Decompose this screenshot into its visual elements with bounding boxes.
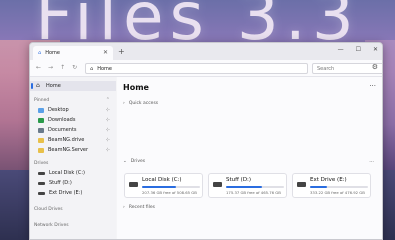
sidebar-item-label: BeamNG.drive bbox=[48, 137, 85, 143]
sidebar-item-label: Downloads bbox=[48, 117, 76, 123]
address-bar[interactable]: ⌂ Home bbox=[85, 63, 308, 74]
recent-files-label: Recent files bbox=[128, 205, 155, 210]
recent-files-header[interactable]: › Recent files bbox=[123, 205, 155, 210]
search-placeholder: Search bbox=[317, 65, 335, 72]
drives-section-label: Drives bbox=[130, 159, 146, 164]
usage-fill bbox=[226, 186, 262, 188]
drive-free-text: 207.36 GB free of 508.65 GB bbox=[142, 190, 197, 195]
forward-arrow-icon[interactable]: → bbox=[48, 64, 53, 71]
close-window-button[interactable]: ✕ bbox=[373, 46, 378, 53]
drive-name: Stuff (D:) bbox=[226, 177, 252, 183]
new-tab-button[interactable]: + bbox=[118, 47, 125, 56]
chevron-down-icon: ⌄ bbox=[123, 159, 127, 164]
sidebar-item-label: Home bbox=[46, 83, 61, 89]
more-options-icon[interactable]: ··· bbox=[369, 82, 376, 90]
sidebar-item-drive-c[interactable]: Local Disk (C:) bbox=[30, 168, 116, 178]
drives-more-icon[interactable]: ··· bbox=[369, 159, 374, 165]
pinned-header[interactable]: Pinned ⌃ bbox=[30, 95, 116, 105]
pin-icon: ⊹ bbox=[105, 137, 110, 143]
network-drives-label: Network Drives bbox=[34, 222, 69, 228]
quick-access-header[interactable]: › Quick access bbox=[123, 101, 158, 106]
title-bar: ⌂ Home ✕ + — ☐ ✕ bbox=[30, 43, 382, 60]
drive-icon bbox=[38, 191, 45, 195]
main-content: Home ··· › Quick access ⌄ Drives ··· Loc… bbox=[117, 77, 382, 239]
window-controls: — ☐ ✕ bbox=[338, 46, 378, 53]
drive-icon bbox=[297, 182, 306, 187]
sidebar-item-beamng-server[interactable]: BeamNG.Server ⊹ bbox=[30, 145, 116, 155]
sidebar-item-label: BeamNG.Server bbox=[48, 147, 89, 153]
quick-access-label: Quick access bbox=[128, 101, 159, 106]
pin-icon: ⊹ bbox=[105, 107, 110, 113]
minimize-button[interactable]: — bbox=[338, 46, 344, 53]
sidebar-item-downloads[interactable]: Downloads ⊹ bbox=[30, 115, 116, 125]
sidebar: ⌂ Home Pinned ⌃ Desktop ⊹ Downloads ⊹ Do… bbox=[30, 77, 116, 239]
folder-icon bbox=[38, 137, 44, 143]
drive-icon bbox=[38, 181, 45, 185]
downloads-folder-icon bbox=[38, 117, 44, 123]
chevron-right-icon: › bbox=[123, 205, 125, 210]
nav-bar: ← → ↑ ↻ ⌂ Home Search ⌕ ⚙ bbox=[30, 60, 382, 77]
pin-icon: ⊹ bbox=[105, 147, 110, 153]
sidebar-item-desktop[interactable]: Desktop ⊹ bbox=[30, 105, 116, 115]
drive-free-text: 175.37 GB free of 465.76 GB bbox=[226, 190, 281, 195]
pinned-header-label: Pinned bbox=[34, 97, 50, 103]
collapse-chevron-icon[interactable]: ⌃ bbox=[106, 97, 110, 103]
usage-bar bbox=[142, 186, 200, 188]
drives-section-header[interactable]: ⌄ Drives bbox=[123, 159, 145, 164]
close-tab-icon[interactable]: ✕ bbox=[103, 49, 108, 56]
chevron-right-icon: › bbox=[123, 101, 125, 106]
page-title: Home bbox=[123, 83, 149, 92]
cloud-drives-header[interactable]: Cloud Drives bbox=[30, 204, 116, 214]
usage-fill bbox=[142, 186, 177, 188]
cloud-drives-label: Cloud Drives bbox=[34, 206, 63, 212]
drive-cards: Local Disk (C:) 207.36 GB free of 508.65… bbox=[124, 173, 371, 198]
drives-header[interactable]: Drives bbox=[30, 158, 116, 168]
home-icon: ⌂ bbox=[36, 82, 40, 89]
pin-icon: ⊹ bbox=[105, 117, 110, 123]
usage-fill bbox=[310, 186, 328, 188]
back-arrow-icon[interactable]: ← bbox=[36, 64, 41, 71]
desktop-folder-icon bbox=[38, 107, 44, 113]
sidebar-item-drive-d[interactable]: Stuff (D:) bbox=[30, 178, 116, 188]
up-arrow-icon[interactable]: ↑ bbox=[60, 64, 65, 71]
settings-gear-icon[interactable]: ⚙ bbox=[372, 63, 378, 71]
sidebar-item-label: Desktop bbox=[48, 107, 69, 113]
tab-home[interactable]: ⌂ Home ✕ bbox=[33, 46, 113, 60]
drive-name: Ext Drive (E:) bbox=[310, 177, 347, 183]
sidebar-item-label: Ext Drive (E:) bbox=[49, 190, 83, 196]
drive-name: Local Disk (C:) bbox=[142, 177, 182, 183]
drive-icon bbox=[38, 171, 45, 175]
pin-icon: ⊹ bbox=[105, 127, 110, 133]
drive-card-e[interactable]: Ext Drive (E:) 333.22 GB free of 476.92 … bbox=[292, 173, 371, 198]
home-icon: ⌂ bbox=[38, 50, 42, 56]
drive-card-d[interactable]: Stuff (D:) 175.37 GB free of 465.76 GB bbox=[208, 173, 287, 198]
drive-card-c[interactable]: Local Disk (C:) 207.36 GB free of 508.65… bbox=[124, 173, 203, 198]
address-text: Home bbox=[97, 65, 112, 72]
usage-bar bbox=[226, 186, 284, 188]
sidebar-item-home[interactable]: ⌂ Home bbox=[30, 81, 116, 91]
sidebar-item-beamng-drive[interactable]: BeamNG.drive ⊹ bbox=[30, 135, 116, 145]
drive-icon bbox=[213, 182, 222, 187]
sidebar-item-label: Documents bbox=[48, 127, 77, 133]
files-window: ⌂ Home ✕ + — ☐ ✕ ← → ↑ ↻ ⌂ Home Search ⌕… bbox=[29, 42, 383, 240]
tab-label: Home bbox=[45, 50, 60, 56]
drive-free-text: 333.22 GB free of 476.92 GB bbox=[310, 190, 365, 195]
nav-buttons: ← → ↑ ↻ bbox=[36, 64, 77, 71]
sidebar-item-documents[interactable]: Documents ⊹ bbox=[30, 125, 116, 135]
refresh-icon[interactable]: ↻ bbox=[72, 64, 77, 71]
maximize-button[interactable]: ☐ bbox=[356, 46, 361, 53]
documents-folder-icon bbox=[38, 127, 44, 133]
network-drives-header[interactable]: Network Drives bbox=[30, 220, 116, 230]
sidebar-item-label: Stuff (D:) bbox=[49, 180, 72, 186]
sidebar-item-label: Local Disk (C:) bbox=[49, 170, 85, 176]
home-icon: ⌂ bbox=[90, 65, 94, 72]
folder-icon bbox=[38, 147, 44, 153]
drives-header-label: Drives bbox=[34, 160, 49, 166]
drive-icon bbox=[129, 182, 138, 187]
usage-bar bbox=[310, 186, 368, 188]
sidebar-item-drive-e[interactable]: Ext Drive (E:) bbox=[30, 188, 116, 198]
